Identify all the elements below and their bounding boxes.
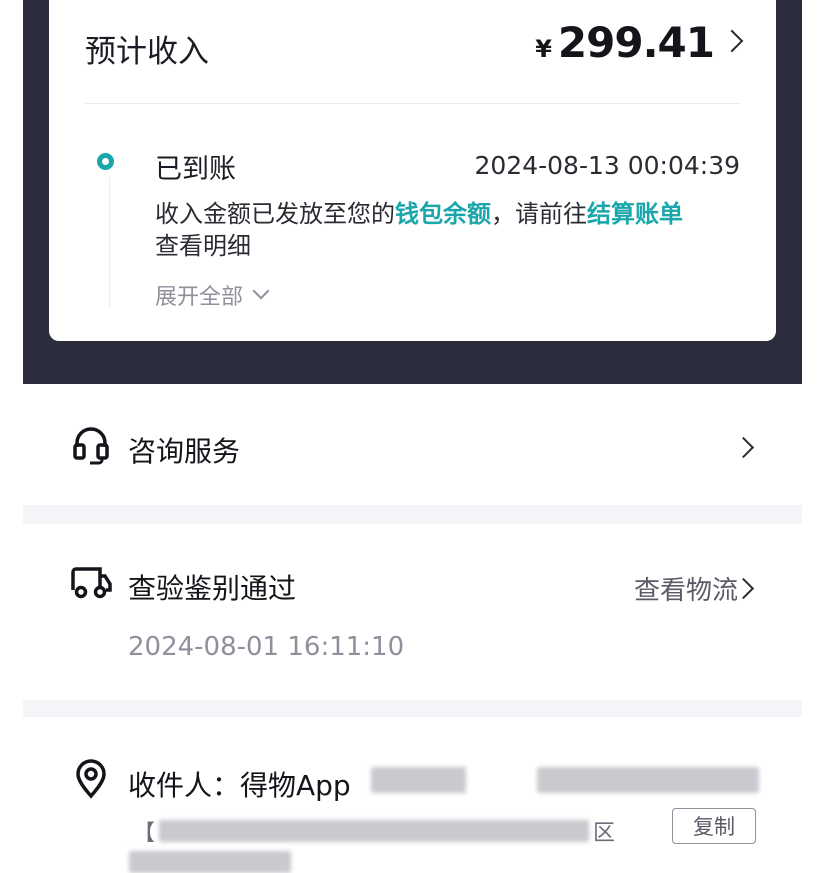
consult-service-row[interactable]: 咨询服务 [23,385,802,505]
settlement-bill-link[interactable]: 结算账单 [587,200,683,228]
income-amount-link[interactable]: ¥ 299.41 [535,18,744,67]
redacted-address-line-2 [129,851,291,873]
location-pin-icon [76,759,106,799]
logistics-time: 2024-08-01 16:11:10 [128,632,405,662]
address-district: 区 [593,821,616,846]
status-title: 已到账 [155,154,236,185]
order-detail-screen: 预计收入 ¥ 299.41 已到账 2024-08-13 00:04:39 收入… [23,0,802,873]
section-gap [23,505,802,524]
divider [85,103,740,104]
status-desc-text: 收入金额已发放至您的 [155,200,395,228]
timeline-dot-icon [97,153,114,170]
logistics-status-title: 查验鉴别通过 [128,572,297,605]
income-card: 预计收入 ¥ 299.41 已到账 2024-08-13 00:04:39 收入… [49,0,776,341]
currency-symbol: ¥ [535,35,552,63]
copy-button[interactable]: 复制 [672,808,756,844]
receiver-label: 收件人：得物App [128,769,351,802]
wallet-balance-link[interactable]: 钱包余额 [395,200,491,228]
redacted-receiver-name [371,767,466,793]
chevron-down-icon [252,282,270,300]
truck-icon [71,567,112,599]
status-desc-text-3: 查看明细 [155,232,251,260]
address-bracket: 【 [133,821,156,846]
address-row: 收件人：得物App 【 区 复制 [23,717,802,873]
status-description: 收入金额已发放至您的钱包余额，请前往结算账单查看明细 [155,198,745,262]
redacted-address-line-1 [159,820,589,842]
chevron-right-icon [720,29,744,53]
headset-icon [73,427,109,465]
redacted-phone-number [537,767,759,793]
timeline-line [109,177,110,307]
expand-all-button[interactable]: 展开全部 [155,279,270,311]
view-logistics-link[interactable]: 查看物流 [634,570,738,607]
expand-all-label: 展开全部 [155,285,244,310]
status-desc-text-2: ，请前往 [491,200,587,228]
status-time: 2024-08-13 00:04:39 [474,151,740,180]
income-title: 预计收入 [85,34,209,70]
chevron-right-icon [732,436,755,459]
section-gap [23,700,802,717]
logistics-row[interactable]: 查验鉴别通过 查看物流 2024-08-01 16:11:10 [23,524,802,700]
consult-service-title: 咨询服务 [128,435,241,468]
income-amount: 299.41 [557,18,715,67]
header-dark-band: 预计收入 ¥ 299.41 已到账 2024-08-13 00:04:39 收入… [23,0,802,384]
